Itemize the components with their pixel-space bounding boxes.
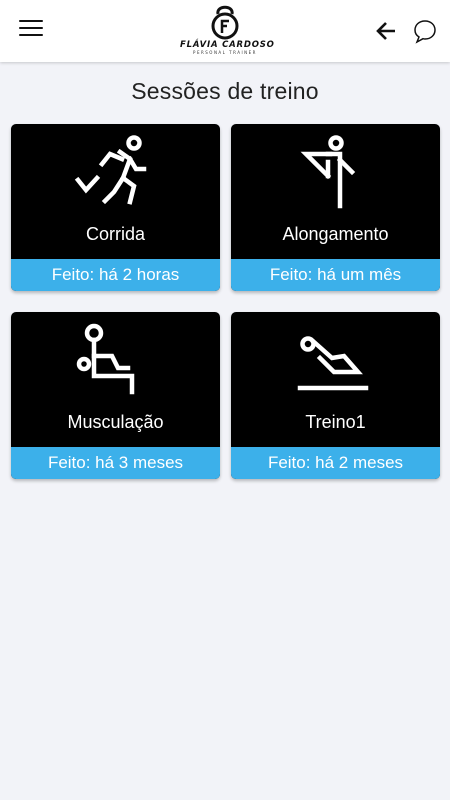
session-name: Treino1 <box>305 412 366 432</box>
session-card-musculacao[interactable]: Musculação Feito: há 3 meses <box>11 312 220 479</box>
brand-logo: FLÁVIA CARDOSO PERSONAL TRAINER <box>180 2 275 60</box>
floor-exercise-person-icon <box>231 320 440 408</box>
session-status: Feito: há 2 meses <box>231 447 440 479</box>
session-name: Corrida <box>85 224 146 244</box>
session-name: Alongamento <box>282 224 389 244</box>
session-card-corrida[interactable]: Corrida Feito: há 2 horas <box>11 124 220 291</box>
kettlebell-logo-icon <box>211 5 239 40</box>
session-name: Musculação <box>67 412 164 432</box>
page-title: Sessões de treino <box>131 78 319 104</box>
logo-subtitle: PERSONAL TRAINER <box>193 50 257 55</box>
hamburger-menu-icon[interactable] <box>19 20 43 40</box>
logo-name: FLÁVIA CARDOSO <box>180 40 275 50</box>
session-status: Feito: há 2 horas <box>11 259 220 291</box>
stretching-person-icon <box>231 132 440 220</box>
weightlifting-person-icon <box>11 320 220 408</box>
chat-bubble-icon[interactable] <box>412 18 438 44</box>
arrow-left-icon[interactable] <box>374 19 398 43</box>
session-status: Feito: há um mês <box>231 259 440 291</box>
session-status: Feito: há 3 meses <box>11 447 220 479</box>
session-card-treino1[interactable]: Treino1 Feito: há 2 meses <box>231 312 440 479</box>
session-card-alongamento[interactable]: Alongamento Feito: há um mês <box>231 124 440 291</box>
app-header: FLÁVIA CARDOSO PERSONAL TRAINER <box>0 0 450 62</box>
running-person-icon <box>11 132 220 220</box>
